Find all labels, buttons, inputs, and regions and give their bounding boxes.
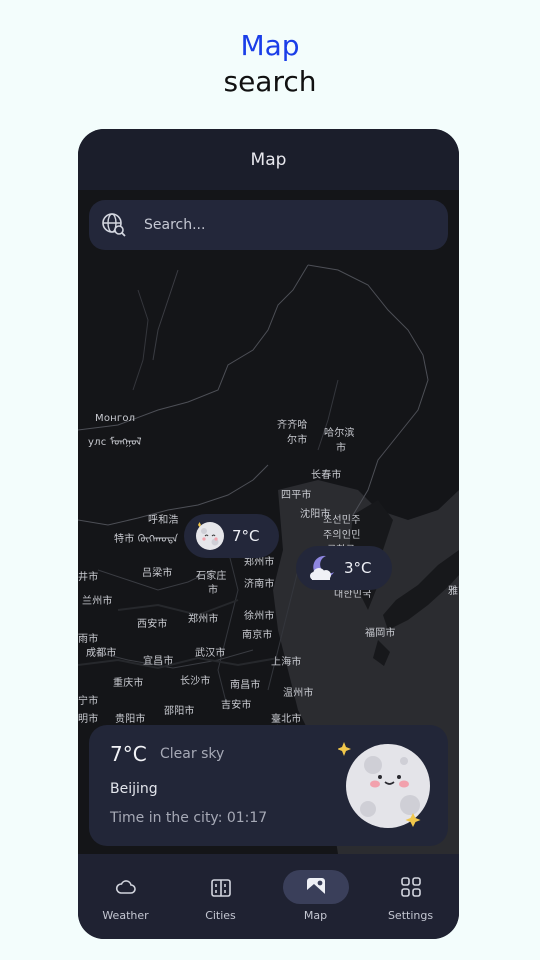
map-label: 臺北市 xyxy=(271,714,302,725)
map-label: 石家庄 xyxy=(196,571,227,582)
map-label: 西安市 xyxy=(137,619,168,630)
map-label: 吉安市 xyxy=(221,700,252,711)
app-bar: Map xyxy=(78,129,459,190)
map-marker-seoul[interactable]: 3°C xyxy=(296,546,392,590)
map-label: 宁市 xyxy=(78,696,99,707)
nav-item-map[interactable]: Map xyxy=(268,854,363,939)
map-label: 呼和浩 xyxy=(148,515,179,526)
map-label: 邵阳市 xyxy=(164,706,195,717)
weather-card[interactable]: 7°C Clear sky Beijing Time in the city: … xyxy=(89,725,448,846)
nav-label: Settings xyxy=(387,909,434,922)
map-label: 齐齐哈 xyxy=(277,420,308,431)
globe-search-icon xyxy=(102,213,126,237)
map-label: 宜昌市 xyxy=(143,656,174,667)
map-label: 조선민주 xyxy=(323,515,361,526)
map-label: 徐州市 xyxy=(244,611,275,622)
map-label: 雨市 xyxy=(78,634,99,645)
map-label: 贵阳市 xyxy=(115,714,146,725)
marker-temp: 3°C xyxy=(344,559,372,577)
nav-label: Weather xyxy=(102,909,149,922)
map-label: 济南市 xyxy=(244,579,275,590)
full-moon-face-icon xyxy=(338,742,430,828)
map-label: 明市 xyxy=(78,714,99,725)
phone-frame: Map Монгол улс ᠮᠣᠩᠭᠣᠯ 齐齐哈 尔市 哈尔滨 市 长春市 四… xyxy=(78,129,459,939)
page-title: Map xyxy=(250,149,287,170)
marker-temp: 7°C xyxy=(232,527,260,545)
moon-cloud-icon xyxy=(310,555,334,580)
map-label: 福岡市 xyxy=(365,628,396,639)
map-label: 雅市 xyxy=(448,586,459,597)
map-label: 尔市 xyxy=(287,435,308,446)
card-local-time: Time in the city: 01:17 xyxy=(110,810,268,826)
card-condition: Clear sky xyxy=(160,746,225,762)
map-label: 南昌市 xyxy=(230,680,261,691)
nav-label: Cities xyxy=(205,909,236,922)
map-label: 주의인민 xyxy=(323,530,361,541)
card-temperature: 7°C xyxy=(110,742,147,766)
bottom-navigation: Weather Cities Map Settings xyxy=(78,854,459,939)
map-label: 市 xyxy=(336,443,347,454)
cloud-icon xyxy=(115,880,136,894)
map-label: 哈尔滨 xyxy=(324,428,355,439)
map-label: 温州市 xyxy=(283,688,314,699)
grid-icon xyxy=(400,877,421,897)
map-label: 重庆市 xyxy=(113,678,144,689)
map-icon xyxy=(306,878,325,896)
search-input[interactable] xyxy=(142,216,406,234)
promo-subtitle: search xyxy=(223,65,317,98)
moon-face-icon xyxy=(196,522,224,550)
map-marker-beijing[interactable]: 7°C xyxy=(184,514,279,558)
card-city: Beijing xyxy=(110,781,158,797)
map-label: 上海市 xyxy=(271,657,302,668)
map-label: 郑州市 xyxy=(188,614,219,625)
map-label: 南京市 xyxy=(242,630,273,641)
map-label: 长沙市 xyxy=(180,676,211,687)
map-label: Монгол xyxy=(95,413,136,424)
nav-item-weather[interactable]: Weather xyxy=(78,854,173,939)
map-label: 四平市 xyxy=(281,490,312,501)
map-label: 长春市 xyxy=(311,470,342,481)
map-label: 市 xyxy=(208,585,219,596)
map-label: 武汉市 xyxy=(195,648,226,659)
map-label: 兰州市 xyxy=(82,596,113,607)
map-label: 特市 ᠬᠥᠬᠡᠬᠣᠲᠠ xyxy=(114,534,179,545)
nav-item-cities[interactable]: Cities xyxy=(173,854,268,939)
map-label: 成都市 xyxy=(86,648,117,659)
buildings-icon xyxy=(210,879,231,897)
promo-title: Map xyxy=(240,29,300,62)
nav-label: Map xyxy=(303,909,328,922)
map-label: улс ᠮᠣᠩᠭᠣᠯ xyxy=(88,437,142,448)
map-label: 井市 xyxy=(78,572,99,583)
search-bar[interactable] xyxy=(89,200,448,250)
nav-item-settings[interactable]: Settings xyxy=(363,854,458,939)
map-label: 吕梁市 xyxy=(142,568,173,579)
